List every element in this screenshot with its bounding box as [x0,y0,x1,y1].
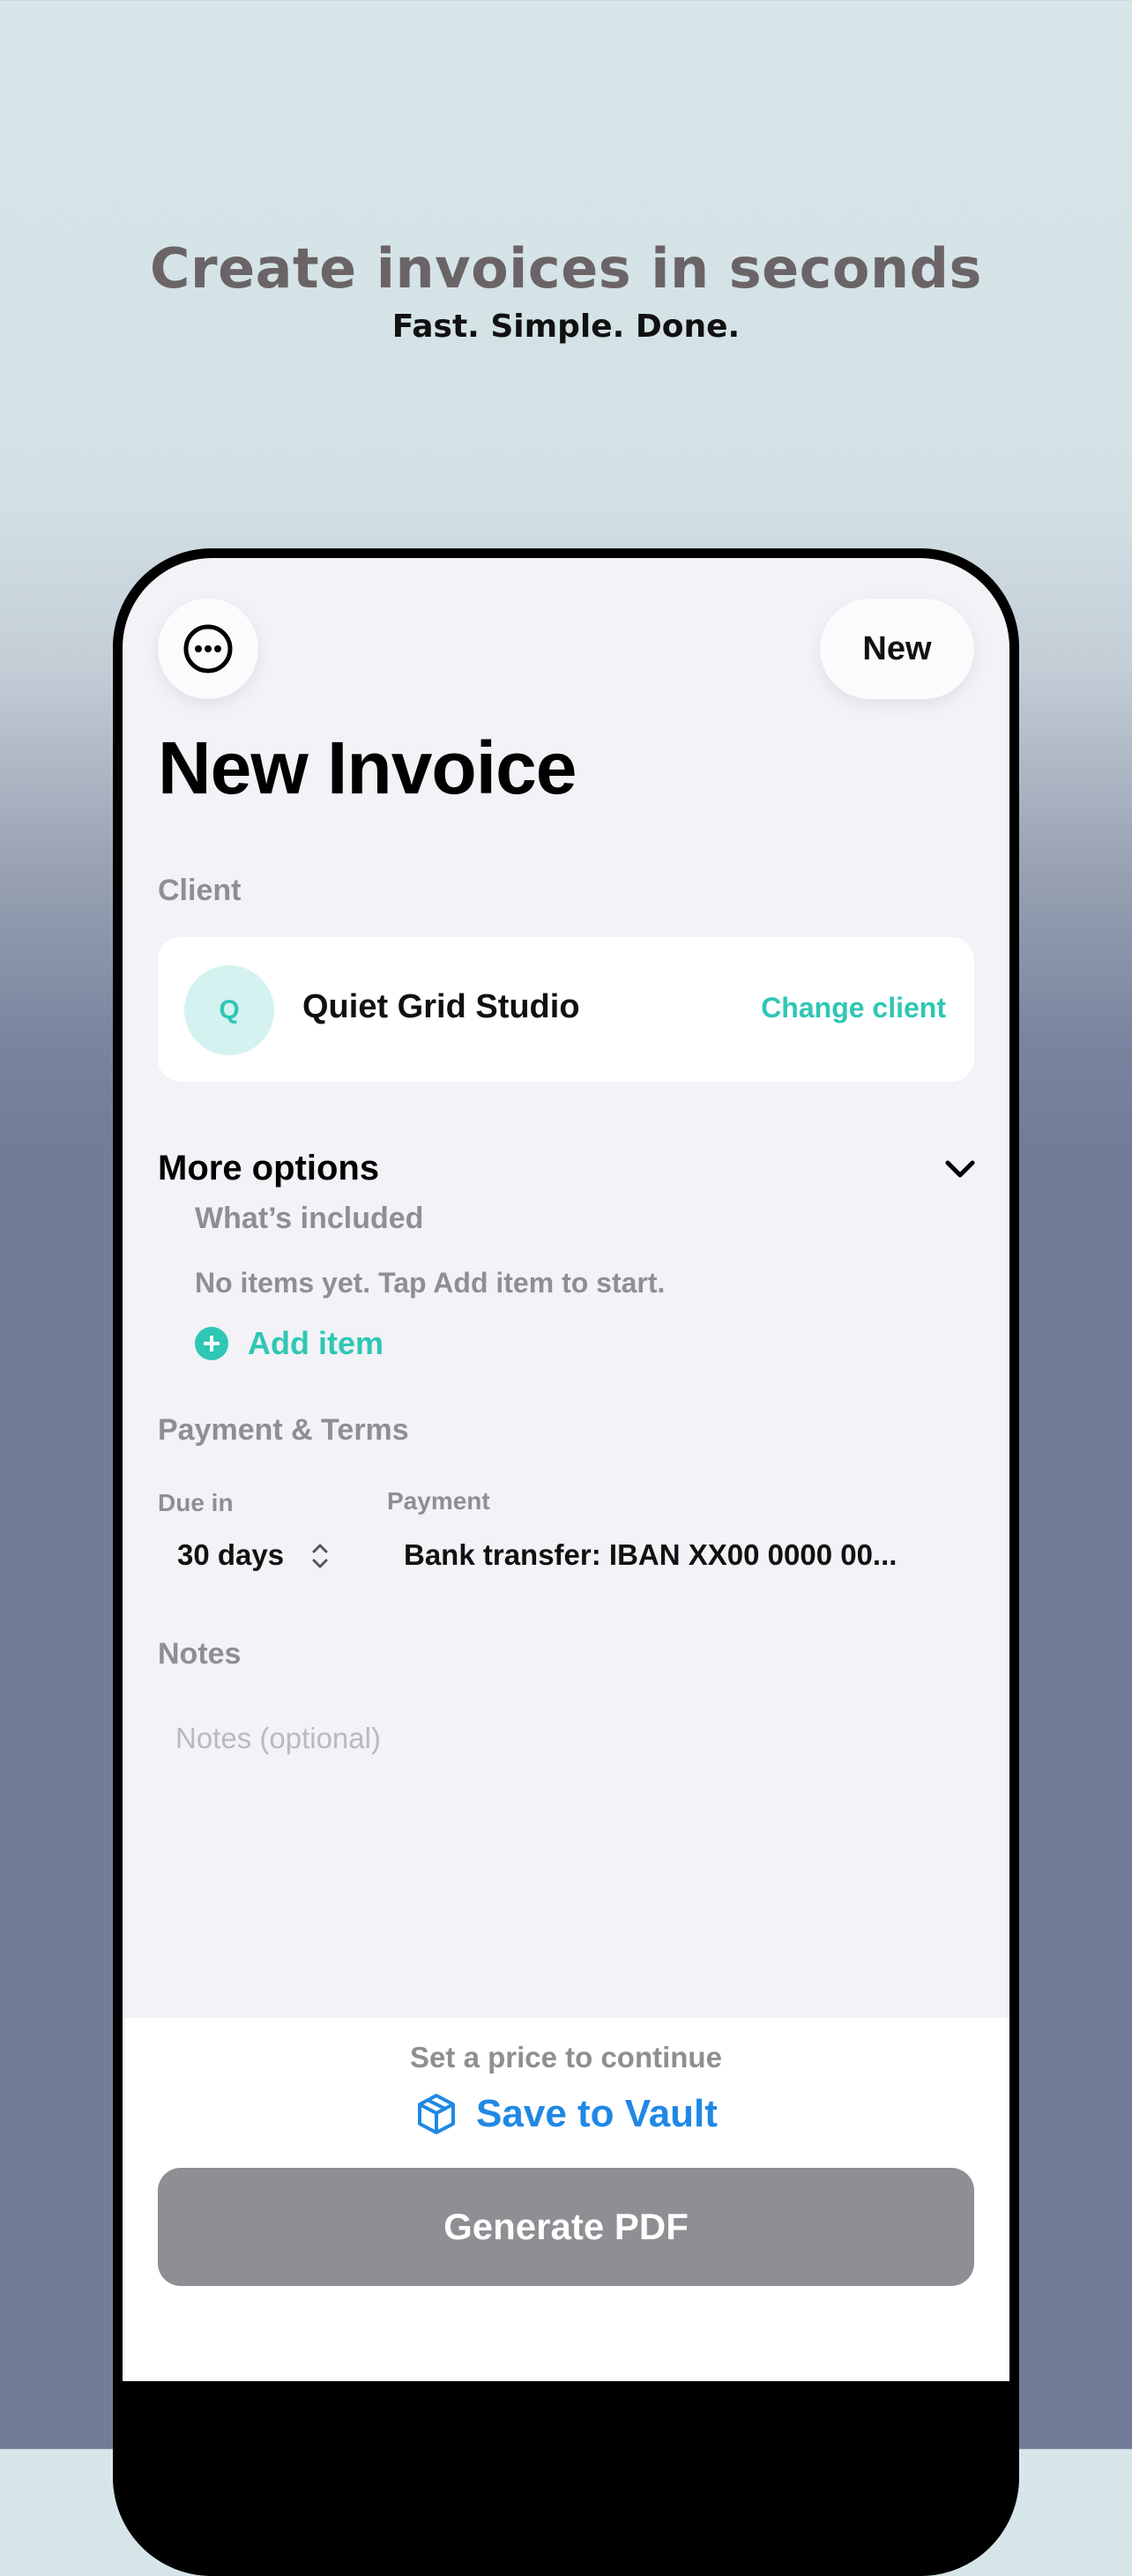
more-options-toggle[interactable]: More options [158,1149,379,1188]
payment-terms-label: Payment & Terms [158,1413,409,1447]
notes-label: Notes [158,1637,242,1671]
add-item-label: Add item [248,1325,384,1361]
chevron-down-icon[interactable] [942,1156,978,1182]
page-title: New Invoice [158,726,577,809]
notes-input[interactable]: Notes (optional) [175,1722,381,1755]
bottom-action-panel: Set a price to continue Save to Vault Ge… [123,2018,1009,2381]
payment-method-field[interactable]: Bank transfer: IBAN XX00 0000 00... [404,1538,986,1572]
phone-frame: New New Invoice Client Q Quiet Grid Stud… [113,548,1019,2576]
new-invoice-button[interactable]: New [820,599,974,699]
cube-icon [418,2094,456,2134]
due-in-picker[interactable]: 30 days [177,1538,284,1572]
add-item-button[interactable]: Add item [195,1325,384,1362]
payment-label: Payment [387,1487,490,1515]
avatar: Q [184,965,274,1055]
client-section-label: Client [158,874,242,907]
generate-pdf-button[interactable]: Generate PDF [158,2168,974,2286]
app-screen: New New Invoice Client Q Quiet Grid Stud… [123,558,1009,2381]
due-in-label: Due in [158,1489,234,1516]
save-to-vault-button[interactable]: Save to Vault [123,2092,1009,2136]
plus-circle-icon [195,1327,228,1360]
included-label: What’s included [195,1202,424,1235]
price-hint-text: Set a price to continue [410,2041,722,2073]
client-name: Quiet Grid Studio [302,988,580,1025]
ellipsis-circle-icon [183,624,233,674]
chevron-up-down-icon[interactable] [309,1538,331,1574]
client-card[interactable]: Q Quiet Grid Studio Change client [158,937,974,1082]
change-client-button[interactable]: Change client [761,992,946,1024]
more-menu-button[interactable] [158,599,258,699]
marketing-headline: Create invoices in seconds [150,236,982,301]
empty-items-text: No items yet. Tap Add item to start. [195,1267,666,1299]
marketing-subline: Fast. Simple. Done. [391,309,741,345]
save-to-vault-label: Save to Vault [476,2092,718,2135]
